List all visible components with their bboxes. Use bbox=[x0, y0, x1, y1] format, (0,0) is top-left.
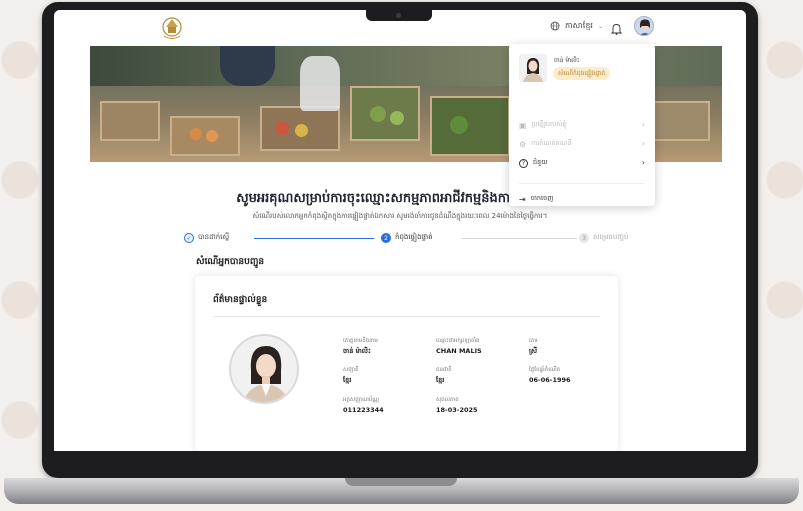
chevron-right-icon: › bbox=[641, 139, 645, 148]
user-dropdown-menu: ចាន់ ម៉ាលិះ សំណើកំពុងផ្ទៀងផ្ទាត់ ▣ ប្រវត… bbox=[509, 44, 655, 206]
step-completed: 3 សម្រេចបញ្ចប់ bbox=[579, 233, 628, 243]
field-validity: សុពលភាព 18-03-2025 bbox=[436, 396, 478, 414]
field-label: ថ្ងៃខែឆ្នាំកំណើត bbox=[529, 367, 561, 373]
dropdown-user-name: ចាន់ ម៉ាលិះ bbox=[554, 57, 580, 64]
divider bbox=[213, 316, 600, 317]
field-date-of-birth: ថ្ងៃខែឆ្នាំកំណើត 06-06-1996 bbox=[529, 366, 571, 384]
chevron-right-icon: › bbox=[641, 158, 645, 167]
step-label: សម្រេចបញ្ចប់ bbox=[593, 233, 629, 241]
dropdown-avatar bbox=[519, 54, 547, 82]
logout-button[interactable]: ⇥ ចាកចេញ bbox=[519, 192, 645, 206]
field-value: 011223344 bbox=[343, 406, 384, 414]
menu-item-label: ជំនួយ bbox=[533, 158, 548, 166]
field-label: គោត្តនាមនិងនាម bbox=[343, 338, 378, 344]
progress-stepper: ✓ បានដាក់ស្នើ 2 កំពុងផ្ទៀងផ្ទាត់ 3 សម្រេ… bbox=[184, 233, 654, 249]
user-avatar-button[interactable] bbox=[634, 16, 654, 36]
step-number: 3 bbox=[579, 233, 589, 243]
field-gender: ភេទ ស្រី bbox=[529, 337, 538, 357]
field-value: 18-03-2025 bbox=[436, 406, 478, 414]
step-label: បានដាក់ស្នើ bbox=[198, 233, 230, 241]
card-title: ព័ត៌មានផ្ទាល់ខ្លួន bbox=[213, 295, 268, 305]
menu-item-profile[interactable]: ▣ ប្រវត្តិរូបរបស់ខ្ញុំ › bbox=[519, 118, 645, 132]
field-value: CHAN MALIS bbox=[436, 347, 482, 355]
menu-item-settings[interactable]: ⚙ ការកំណត់គណនី › bbox=[519, 137, 645, 151]
step-submitted: ✓ បានដាក់ស្នើ bbox=[184, 233, 229, 243]
screen: ភាសាខ្មែរ ⌄ សូមអរគុណសម្រាប់ការចុះឈ្មោះសក… bbox=[54, 10, 746, 451]
gear-icon: ⚙ bbox=[519, 139, 527, 149]
personal-info-card: ព័ត៌មានផ្ទាល់ខ្លួន គោត្តនាមនិងនាម ចាន់ ម… bbox=[195, 276, 618, 451]
menu-item-label: ប្រវត្តិរូបរបស់ខ្ញុំ bbox=[531, 120, 567, 128]
language-label: ភាសាខ្មែរ bbox=[565, 21, 593, 30]
step-label: កំពុងផ្ទៀងផ្ទាត់ bbox=[395, 233, 433, 241]
field-value: ខ្មែរ bbox=[343, 376, 352, 384]
profile-photo bbox=[229, 334, 299, 404]
laptop-chin bbox=[54, 451, 746, 471]
ministry-logo[interactable] bbox=[160, 14, 184, 42]
camera-notch bbox=[366, 10, 432, 21]
chevron-down-icon: ⌄ bbox=[597, 22, 603, 30]
step-number: 2 bbox=[381, 233, 391, 243]
step-verifying: 2 កំពុងផ្ទៀងផ្ទាត់ bbox=[381, 233, 433, 243]
field-label: សុពលភាព bbox=[436, 397, 459, 403]
chevron-right-icon: › bbox=[641, 120, 645, 129]
field-value: ចាន់ ម៉ាលិះ bbox=[343, 347, 371, 355]
profile-icon: ▣ bbox=[519, 120, 527, 130]
field-latin-name: ឈ្មោះជាអក្សរឡាតាំង CHAN MALIS bbox=[436, 337, 482, 355]
menu-item-label: ការកំណត់គណនី bbox=[531, 139, 572, 147]
stepper-line-pending bbox=[462, 238, 577, 239]
field-value: ខ្មែរ bbox=[436, 376, 445, 384]
menu-item-help[interactable]: ? ជំនួយ › bbox=[519, 156, 645, 170]
field-label: ឈ្មោះជាអក្សរឡាតាំង bbox=[436, 338, 480, 344]
globe-icon bbox=[550, 21, 560, 31]
field-full-name: គោត្តនាមនិងនាម ចាន់ ម៉ាលិះ bbox=[343, 337, 378, 357]
field-ethnicity: ជនជាតិ ខ្មែរ bbox=[436, 366, 452, 386]
field-label: អត្តសញ្ញាណប័ណ្ណ bbox=[343, 397, 380, 403]
field-label: ភេទ bbox=[529, 338, 538, 344]
field-value: 06-06-1996 bbox=[529, 376, 571, 384]
field-value: ស្រី bbox=[529, 347, 538, 355]
divider bbox=[519, 183, 645, 184]
laptop-opening-notch bbox=[345, 478, 457, 486]
field-id-card: អត្តសញ្ញាណប័ណ្ណ 011223344 bbox=[343, 396, 384, 414]
page-subtitle: សំណើរបស់លោកអ្នកកំពុងស្ថិតក្នុងការផ្ទៀងផ្… bbox=[252, 212, 548, 220]
section-title: សំណើអ្នកបានបញ្ជូន bbox=[196, 257, 265, 267]
field-nationality: សញ្ជាតិ ខ្មែរ bbox=[343, 366, 359, 386]
logout-icon: ⇥ bbox=[519, 194, 526, 204]
check-icon: ✓ bbox=[184, 233, 194, 243]
status-badge: សំណើកំពុងផ្ទៀងផ្ទាត់ bbox=[553, 67, 611, 80]
field-label: សញ្ជាតិ bbox=[343, 367, 359, 373]
field-label: ជនជាតិ bbox=[436, 367, 452, 373]
help-icon: ? bbox=[519, 158, 528, 168]
logout-label: ចាកចេញ bbox=[530, 194, 554, 202]
camera-icon bbox=[396, 13, 401, 18]
notification-bell-icon[interactable] bbox=[610, 20, 623, 39]
language-selector[interactable]: ភាសាខ្មែរ ⌄ bbox=[550, 20, 603, 32]
stepper-line-complete bbox=[254, 238, 374, 239]
